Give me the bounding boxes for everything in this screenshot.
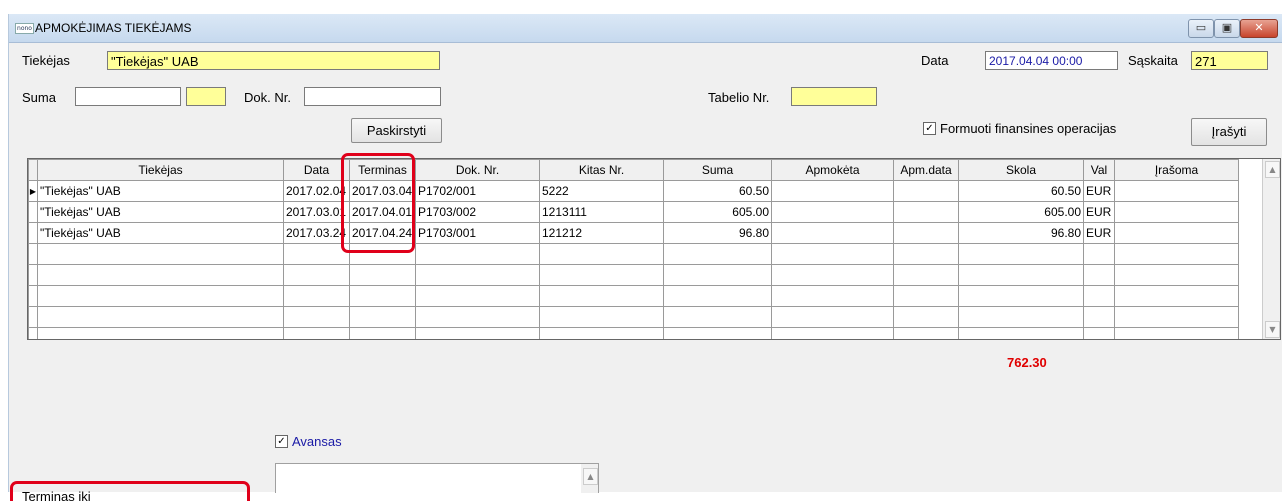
tiekejas-field[interactable]: "Tiekėjas" UAB xyxy=(107,51,440,70)
data-label: Data xyxy=(921,53,949,68)
cell-dok-nr[interactable]: P1703/001 xyxy=(415,222,540,244)
column-header[interactable]: Data xyxy=(283,159,350,181)
cell-suma[interactable]: 96.80 xyxy=(663,222,772,244)
tabelio-field[interactable] xyxy=(791,87,877,106)
cell-irasoma[interactable] xyxy=(1114,222,1239,244)
cell-irasoma[interactable] xyxy=(1114,201,1239,223)
row-indicator-header xyxy=(28,159,38,181)
cell-apmoketa[interactable] xyxy=(771,222,894,244)
irasyti-button[interactable]: Įrašyti xyxy=(1191,118,1267,146)
table-row-empty[interactable] xyxy=(28,243,1239,265)
cell-tiekejas[interactable]: "Tiekėjas" UAB xyxy=(37,201,284,223)
cell-val[interactable]: EUR xyxy=(1083,201,1115,223)
notes-textarea[interactable]: ▲ xyxy=(275,463,599,493)
column-header[interactable]: Kitas Nr. xyxy=(539,159,664,181)
cell-skola[interactable]: 60.50 xyxy=(958,180,1084,202)
cell-dok-nr[interactable]: P1702/001 xyxy=(415,180,540,202)
column-header[interactable]: Skola xyxy=(958,159,1084,181)
formuoti-checkbox[interactable]: ✓ xyxy=(923,122,936,135)
cell-suma[interactable]: 60.50 xyxy=(663,180,772,202)
column-header[interactable]: Dok. Nr. xyxy=(415,159,540,181)
grid-vertical-scrollbar[interactable]: ▲ ▼ xyxy=(1262,159,1280,339)
tiekejas-label: Tiekėjas xyxy=(22,53,70,68)
table-row-empty[interactable] xyxy=(28,327,1239,339)
current-row-marker-icon: ▶ xyxy=(28,180,38,202)
column-header[interactable]: Tiekėjas xyxy=(37,159,284,181)
suma-extra-field[interactable] xyxy=(186,87,226,106)
saskaita-field[interactable]: 271 xyxy=(1191,51,1268,70)
cell-kitas-nr[interactable]: 5222 xyxy=(539,180,664,202)
paskirstyti-button[interactable]: Paskirstyti xyxy=(351,118,442,143)
data-field[interactable]: 2017.04.04 00:00 xyxy=(985,51,1118,70)
table-row-empty[interactable] xyxy=(28,306,1239,328)
notes-scroll-up-icon[interactable]: ▲ xyxy=(583,468,598,485)
cell-data[interactable]: 2017.02.04 xyxy=(283,180,350,202)
column-header[interactable]: Terminas xyxy=(349,159,416,181)
table-row[interactable]: ▶ "Tiekėjas" UAB 2017.02.04 2017.03.04 P… xyxy=(28,180,1239,202)
cell-dok-nr[interactable]: P1703/002 xyxy=(415,201,540,223)
total-value: 762.30 xyxy=(1007,355,1047,370)
suma-field[interactable] xyxy=(75,87,181,106)
scroll-down-icon[interactable]: ▼ xyxy=(1265,321,1280,338)
column-header[interactable]: Apmokėta xyxy=(771,159,894,181)
close-button[interactable]: ✕ xyxy=(1240,19,1278,38)
avansas-checkbox[interactable]: ✓ xyxy=(275,435,288,448)
suma-label: Suma xyxy=(22,90,56,105)
formuoti-label: Formuoti finansines operacijas xyxy=(940,121,1117,136)
cell-skola[interactable]: 605.00 xyxy=(958,201,1084,223)
table-header-row: Tiekėjas Data Terminas Dok. Nr. Kitas Nr… xyxy=(28,159,1239,181)
cell-apm-data[interactable] xyxy=(893,201,959,223)
cell-val[interactable]: EUR xyxy=(1083,180,1115,202)
dok-nr-field[interactable] xyxy=(304,87,441,106)
maximize-button[interactable]: ▣ xyxy=(1214,19,1240,38)
cell-data[interactable]: 2017.03.24 xyxy=(283,222,350,244)
cell-terminas[interactable]: 2017.03.04 xyxy=(349,180,416,202)
cell-irasoma[interactable] xyxy=(1114,180,1239,202)
row-indicator xyxy=(28,201,38,223)
row-indicator xyxy=(28,222,38,244)
cell-apm-data[interactable] xyxy=(893,222,959,244)
saskaita-label: Sąskaita xyxy=(1128,53,1178,68)
tabelio-label: Tabelio Nr. xyxy=(708,90,770,105)
column-header[interactable]: Val xyxy=(1083,159,1115,181)
table-row-empty[interactable] xyxy=(28,264,1239,286)
cell-apm-data[interactable] xyxy=(893,180,959,202)
scroll-up-icon[interactable]: ▲ xyxy=(1265,161,1280,178)
cell-suma[interactable]: 605.00 xyxy=(663,201,772,223)
notes-scrollbar[interactable]: ▲ xyxy=(581,464,598,493)
cell-val[interactable]: EUR xyxy=(1083,222,1115,244)
cell-tiekejas[interactable]: "Tiekėjas" UAB xyxy=(37,222,284,244)
cell-kitas-nr[interactable]: 1213111 xyxy=(539,201,664,223)
dok-nr-label: Dok. Nr. xyxy=(244,90,291,105)
cell-data[interactable]: 2017.03.01 xyxy=(283,201,350,223)
column-header[interactable]: Įrašoma xyxy=(1114,159,1239,181)
invoice-grid[interactable]: Tiekėjas Data Terminas Dok. Nr. Kitas Nr… xyxy=(27,158,1281,340)
cell-terminas[interactable]: 2017.04.01 xyxy=(349,201,416,223)
column-header[interactable]: Suma xyxy=(663,159,772,181)
window-title: APMOKĖJIMAS TIEKĖJAMS xyxy=(35,21,192,35)
cell-kitas-nr[interactable]: 121212 xyxy=(539,222,664,244)
invoice-table: Tiekėjas Data Terminas Dok. Nr. Kitas Nr… xyxy=(28,159,1239,339)
terminas-iki-label: Terminas iki xyxy=(22,489,91,504)
avansas-label: Avansas xyxy=(292,434,342,449)
app-icon: nono xyxy=(15,23,34,34)
table-row[interactable]: "Tiekėjas" UAB 2017.03.01 2017.04.01 P17… xyxy=(28,201,1239,223)
table-row[interactable]: "Tiekėjas" UAB 2017.03.24 2017.04.24 P17… xyxy=(28,222,1239,244)
cell-terminas[interactable]: 2017.04.24 xyxy=(349,222,416,244)
cell-apmoketa[interactable] xyxy=(771,180,894,202)
table-row-empty[interactable] xyxy=(28,285,1239,307)
column-header[interactable]: Apm.data xyxy=(893,159,959,181)
minimize-button[interactable]: ▭ xyxy=(1188,19,1214,38)
title-bar: nono APMOKĖJIMAS TIEKĖJAMS ▭ ▣ ✕ xyxy=(9,14,1282,43)
cell-apmoketa[interactable] xyxy=(771,201,894,223)
cell-tiekejas[interactable]: "Tiekėjas" UAB xyxy=(37,180,284,202)
cell-skola[interactable]: 96.80 xyxy=(958,222,1084,244)
